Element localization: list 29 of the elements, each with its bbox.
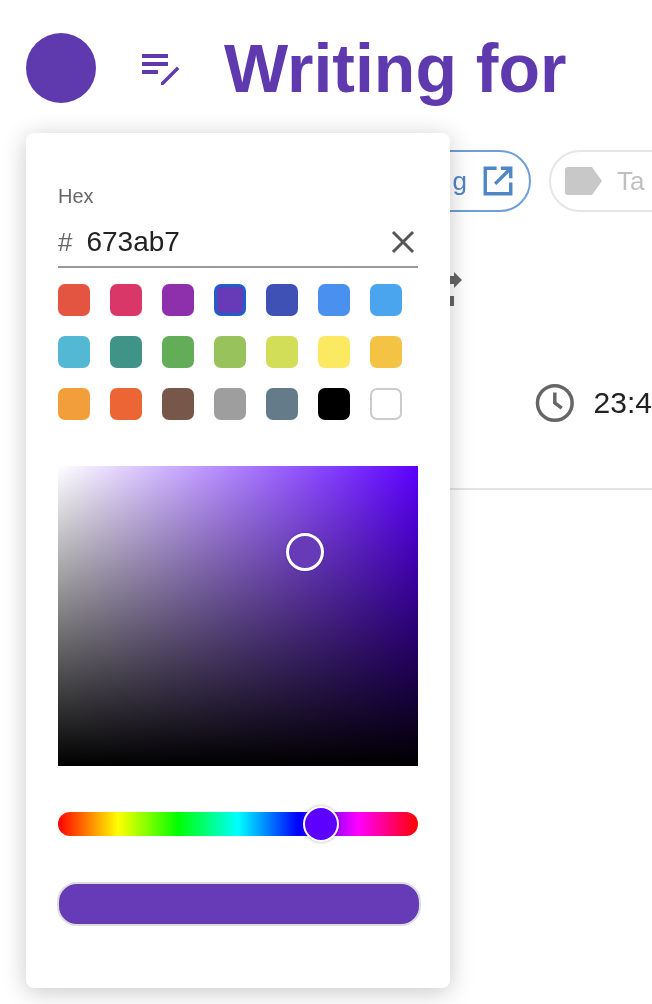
color-swatch[interactable] bbox=[162, 388, 194, 420]
external-link-icon bbox=[481, 164, 515, 198]
color-swatch[interactable] bbox=[266, 284, 298, 316]
saturation-area[interactable] bbox=[58, 466, 418, 766]
color-swatch[interactable] bbox=[370, 336, 402, 368]
color-swatch[interactable] bbox=[110, 388, 142, 420]
color-swatch[interactable] bbox=[370, 284, 402, 316]
color-swatch[interactable] bbox=[110, 336, 142, 368]
color-swatch[interactable] bbox=[214, 336, 246, 368]
time-text: 23:4 bbox=[593, 386, 652, 420]
color-swatch[interactable] bbox=[58, 284, 90, 316]
color-swatch[interactable] bbox=[318, 388, 350, 420]
color-swatch[interactable] bbox=[162, 336, 194, 368]
hash-prefix: # bbox=[58, 226, 73, 258]
color-swatch[interactable] bbox=[162, 284, 194, 316]
color-swatch[interactable] bbox=[266, 388, 298, 420]
hex-label: Hex bbox=[58, 185, 95, 208]
color-swatch[interactable] bbox=[58, 336, 90, 368]
color-swatch[interactable] bbox=[58, 388, 90, 420]
color-swatch[interactable] bbox=[318, 284, 350, 316]
color-swatch[interactable] bbox=[110, 284, 142, 316]
hue-thumb[interactable] bbox=[302, 806, 339, 842]
color-swatch[interactable] bbox=[214, 284, 246, 316]
color-swatch[interactable] bbox=[318, 336, 350, 368]
saturation-thumb[interactable] bbox=[285, 532, 324, 571]
color-swatch[interactable] bbox=[266, 336, 298, 368]
clock-icon bbox=[534, 382, 576, 424]
color-swatch[interactable] bbox=[214, 388, 246, 420]
tag-icon bbox=[565, 167, 603, 195]
